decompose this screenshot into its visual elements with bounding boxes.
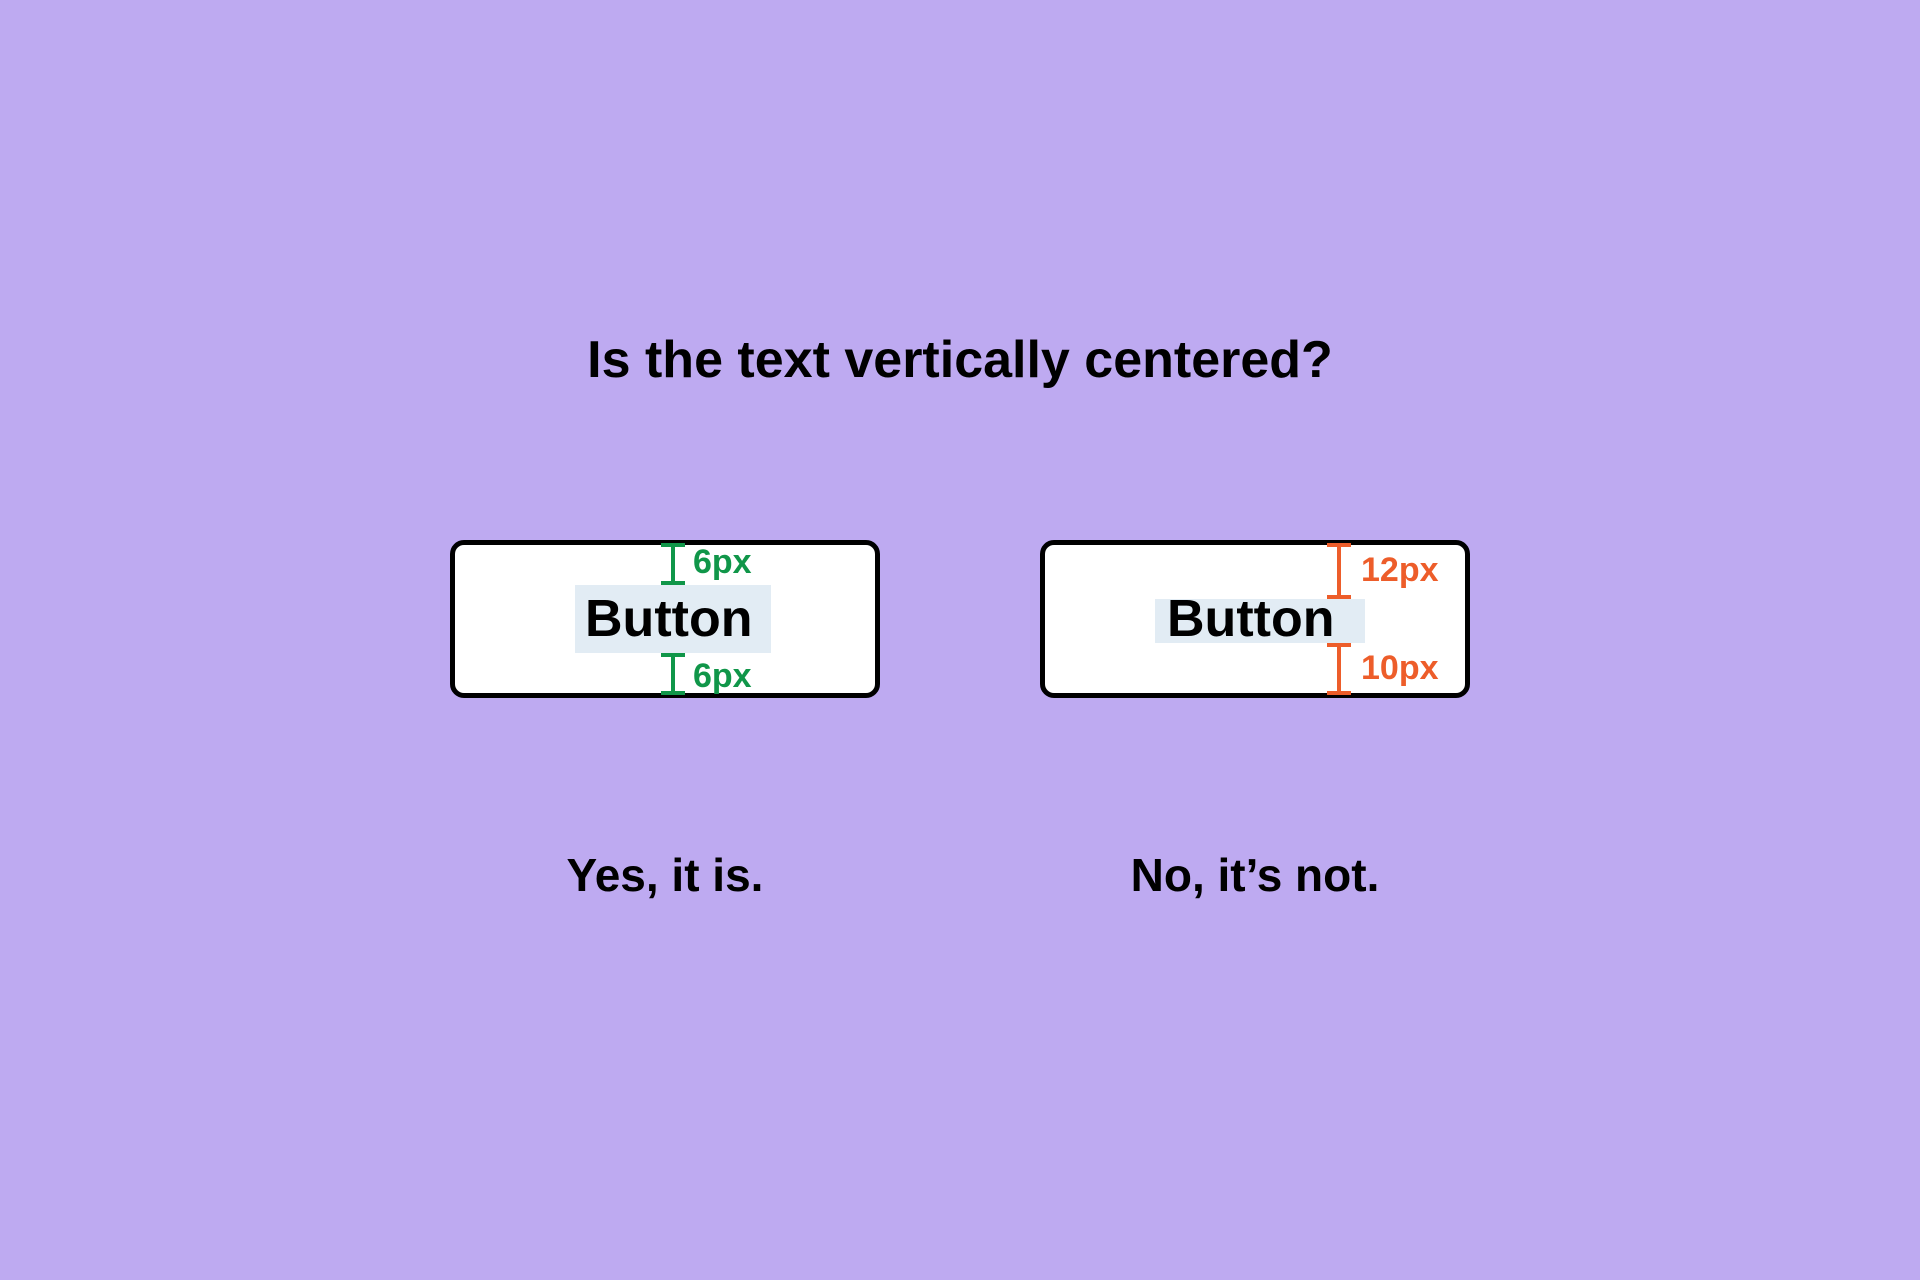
right-button-text: Button <box>1167 593 1334 645</box>
left-button-box: Button 6px 6px <box>450 540 880 698</box>
measure-caret-icon <box>659 653 687 695</box>
right-button-box: Button 12px 10px <box>1040 540 1470 698</box>
left-button-text: Button <box>585 593 752 645</box>
examples-row: Button 6px 6px Yes, it is. Button <box>240 540 1680 902</box>
left-example: Button 6px 6px Yes, it is. <box>450 540 880 902</box>
right-caption: No, it’s not. <box>1131 848 1380 902</box>
measure-caret-icon <box>1325 543 1353 599</box>
right-top-measure: 12px <box>1361 551 1439 590</box>
left-caption: Yes, it is. <box>567 848 764 902</box>
left-bottom-measure: 6px <box>693 657 752 696</box>
measure-caret-icon <box>1325 643 1353 695</box>
left-top-measure: 6px <box>693 543 752 582</box>
right-bottom-measure: 10px <box>1361 649 1439 688</box>
heading: Is the text vertically centered? <box>240 330 1680 390</box>
diagram-wrap: Is the text vertically centered? Button … <box>240 160 1680 1120</box>
measure-caret-icon <box>659 543 687 585</box>
right-example: Button 12px 10px No, it’s not. <box>1040 540 1470 902</box>
